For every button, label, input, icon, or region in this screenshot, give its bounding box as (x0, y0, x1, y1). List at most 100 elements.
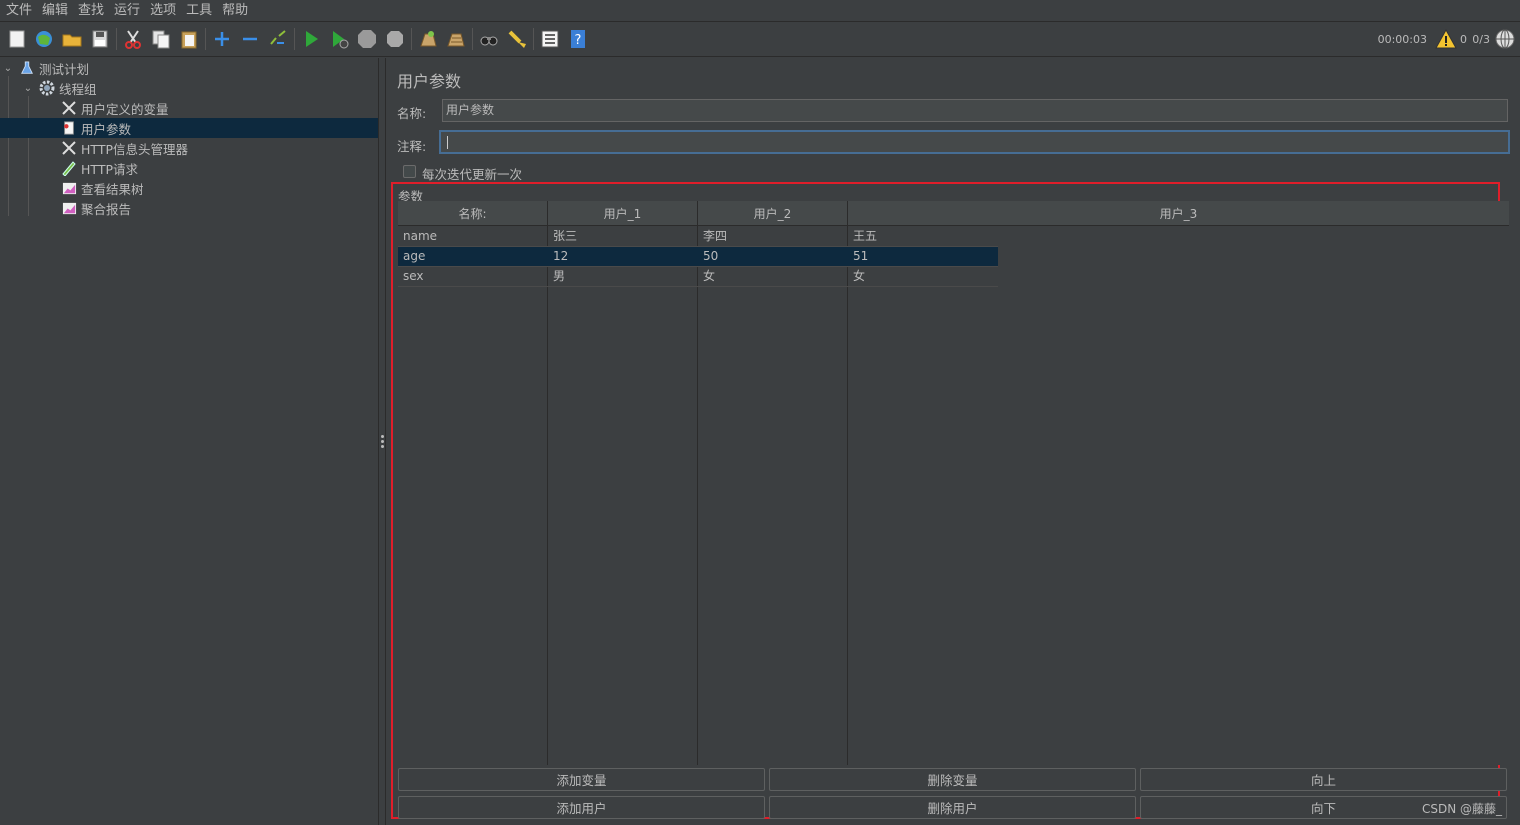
comment-field[interactable] (439, 130, 1510, 154)
column-header-user-2[interactable]: 用户_2 (698, 201, 848, 226)
templates-icon[interactable] (32, 27, 56, 51)
table-cell[interactable]: age (398, 247, 548, 266)
menu-bar: 文件 编辑 查找 运行 选项 工具 帮助 (0, 0, 1520, 22)
stop-icon[interactable] (355, 27, 379, 51)
watermark: CSDN @藤藤_ (1421, 802, 1502, 816)
function-helper-icon[interactable] (538, 27, 562, 51)
tree-item-label: HTTP请求 (81, 161, 138, 177)
error-count: 0 (1460, 33, 1467, 46)
tree-item-label: 查看结果树 (81, 181, 144, 197)
table-cell[interactable]: 女 (848, 267, 998, 286)
tree-item-test-plan[interactable]: ⌄ 测试计划 (0, 58, 378, 78)
add-variable-button[interactable]: 添加变量 (398, 768, 765, 791)
graph-icon (60, 199, 78, 217)
preprocessor-icon (60, 119, 78, 137)
save-icon[interactable] (88, 27, 112, 51)
text-caret (447, 136, 448, 149)
copy-icon[interactable] (149, 27, 173, 51)
parameters-table[interactable]: 名称: 用户_1 用户_2 用户_3 name 张三 李四 王五 age 12 … (398, 201, 1509, 765)
checkbox-label: 每次迭代更新一次 (422, 167, 523, 182)
table-cell[interactable]: name (398, 227, 548, 246)
update-once-per-iteration-checkbox[interactable] (403, 165, 416, 178)
tree-item-user-defined-vars[interactable]: 用户定义的变量 (0, 98, 378, 118)
warning-icon[interactable] (1435, 28, 1457, 50)
menu-run[interactable]: 运行 (110, 0, 146, 22)
tree-item-label: 用户定义的变量 (81, 101, 169, 117)
svg-text:?: ? (575, 33, 582, 48)
tree-item-aggregate-report[interactable]: 聚合报告 (0, 198, 378, 218)
table-row[interactable]: sex 男 女 女 (398, 267, 998, 287)
table-cell[interactable]: 12 (548, 247, 698, 266)
element-config-panel: 用户参数 名称: 用户参数 注释: 每次迭代更新一次 参数 名称: 用户_1 用… (387, 58, 1520, 825)
add-user-button[interactable]: 添加用户 (398, 796, 765, 819)
column-header-name[interactable]: 名称: (398, 201, 548, 226)
clear-all-icon[interactable] (444, 27, 468, 51)
tree-item-label: 聚合报告 (81, 201, 132, 217)
test-plan-tree: ⌄ 测试计划 ⌄ 线程组 用户定义的变量 用户参数 HTTP信息头管理器 HTT… (0, 58, 378, 825)
tree-item-http-header-manager[interactable]: HTTP信息头管理器 (0, 138, 378, 158)
table-cell[interactable]: 张三 (548, 227, 698, 246)
tree-item-http-request[interactable]: HTTP请求 (0, 158, 378, 178)
reset-search-icon[interactable] (505, 27, 529, 51)
cut-icon[interactable] (121, 27, 145, 51)
menu-help[interactable]: 帮助 (218, 0, 254, 22)
table-cell[interactable]: 王五 (848, 227, 998, 246)
table-row[interactable]: age 12 50 51 (398, 247, 998, 267)
wrench-icon (60, 139, 78, 157)
table-cell[interactable]: 男 (548, 267, 698, 286)
collapse-icon[interactable] (238, 27, 262, 51)
graph-icon (60, 179, 78, 197)
chevron-down-icon[interactable]: ⌄ (22, 83, 34, 94)
expand-icon[interactable] (210, 27, 234, 51)
gear-icon (38, 79, 56, 97)
menu-tools[interactable]: 工具 (182, 0, 218, 22)
table-row[interactable]: name 张三 李四 王五 (398, 227, 998, 247)
wrench-icon (60, 99, 78, 117)
menu-edit[interactable]: 编辑 (38, 0, 74, 22)
tree-item-view-results-tree[interactable]: 查看结果树 (0, 178, 378, 198)
remote-globe-icon[interactable] (1494, 28, 1516, 50)
name-field[interactable]: 用户参数 (442, 99, 1508, 122)
paste-icon[interactable] (177, 27, 201, 51)
active-threads-count: 0/3 (1472, 33, 1490, 46)
search-icon[interactable] (477, 27, 501, 51)
toolbar: ? 00:00:03 0 0/3 (0, 22, 1520, 57)
menu-search[interactable]: 查找 (74, 0, 110, 22)
delete-variable-button[interactable]: 删除变量 (769, 768, 1136, 791)
table-cell[interactable]: 李四 (698, 227, 848, 246)
help-icon[interactable]: ? (566, 27, 590, 51)
clear-icon[interactable] (416, 27, 440, 51)
parameters-section: 参数 名称: 用户_1 用户_2 用户_3 name 张三 李四 王五 age … (391, 182, 1509, 819)
elapsed-timer: 00:00:03 (1377, 33, 1427, 46)
tree-item-user-parameters[interactable]: 用户参数 (0, 118, 378, 138)
flask-icon (18, 59, 36, 77)
delete-user-button[interactable]: 删除用户 (769, 796, 1136, 819)
tree-item-label: 用户参数 (81, 121, 132, 137)
table-header: 名称: 用户_1 用户_2 用户_3 (398, 201, 1509, 226)
tree-item-label: 线程组 (59, 81, 97, 97)
menu-options[interactable]: 选项 (146, 0, 182, 22)
table-cell[interactable]: sex (398, 267, 548, 286)
column-header-user-1[interactable]: 用户_1 (548, 201, 698, 226)
page-title: 用户参数 (397, 72, 462, 91)
menu-file[interactable]: 文件 (2, 0, 38, 22)
pen-icon (60, 159, 78, 177)
tree-item-label: 测试计划 (39, 61, 90, 77)
comment-label: 注释: (397, 139, 427, 154)
table-cell[interactable]: 51 (848, 247, 998, 266)
name-label: 名称: (397, 106, 427, 121)
shutdown-icon[interactable] (383, 27, 407, 51)
start-no-pause-icon[interactable] (327, 27, 351, 51)
toggle-icon[interactable] (266, 27, 290, 51)
move-up-button[interactable]: 向上 (1140, 768, 1507, 791)
split-pane-divider[interactable] (378, 58, 386, 825)
tree-item-thread-group[interactable]: ⌄ 线程组 (0, 78, 378, 98)
new-icon[interactable] (5, 27, 29, 51)
start-icon[interactable] (299, 27, 323, 51)
tree-item-label: HTTP信息头管理器 (81, 141, 188, 157)
open-icon[interactable] (60, 27, 84, 51)
column-header-user-3[interactable]: 用户_3 (848, 201, 1509, 226)
chevron-down-icon[interactable]: ⌄ (2, 63, 14, 74)
table-cell[interactable]: 50 (698, 247, 848, 266)
table-cell[interactable]: 女 (698, 267, 848, 286)
